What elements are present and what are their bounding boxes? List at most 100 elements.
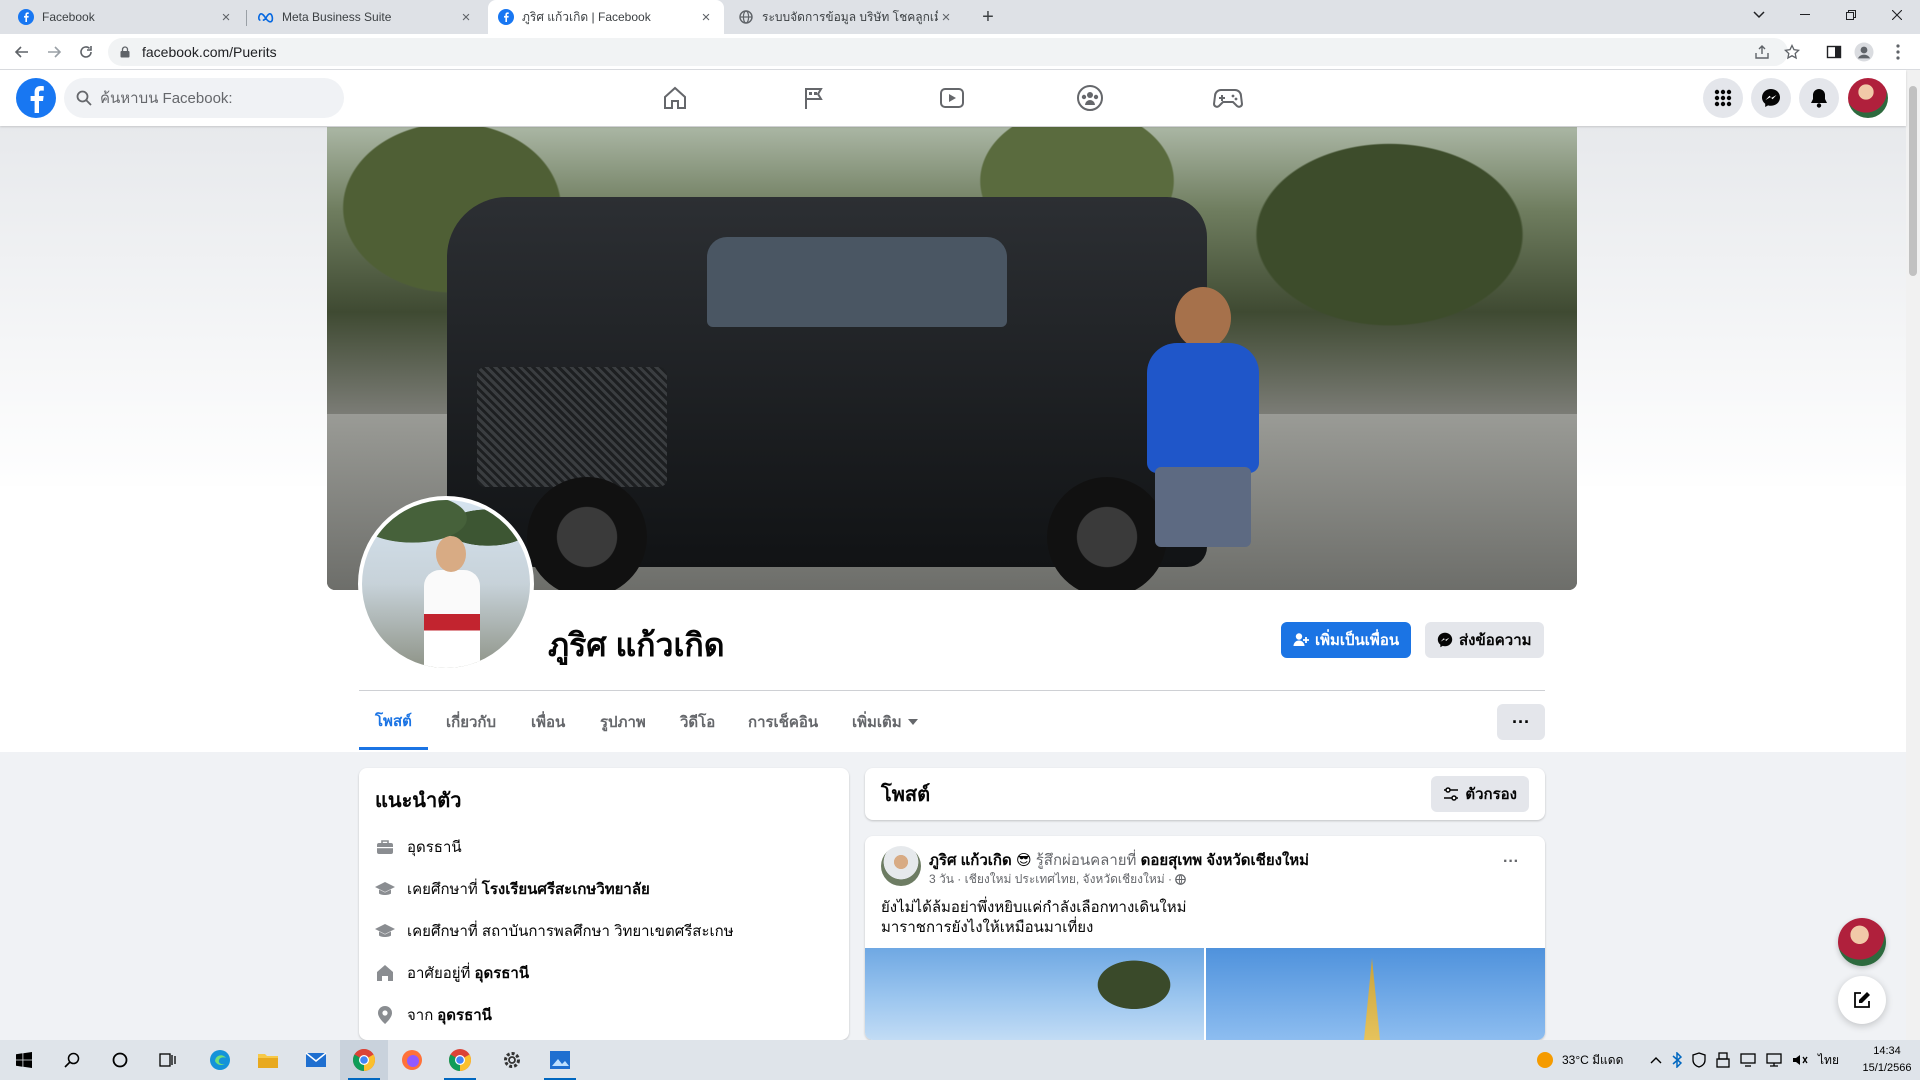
minimize-icon[interactable] — [1782, 0, 1828, 30]
chrome-menu-icon[interactable] — [1886, 40, 1910, 64]
facebook-search-input[interactable]: ค้นหาบน Facebook: — [64, 78, 344, 118]
profile-picture[interactable] — [358, 496, 534, 672]
url-text: facebook.com/Puerits — [142, 44, 277, 60]
weather-text: 33°C มีแดด — [1562, 1052, 1624, 1067]
browser-tab-profile[interactable]: ภูริศ แก้วเกิด | Facebook × — [488, 0, 724, 34]
close-icon[interactable]: × — [698, 9, 714, 26]
caret-down-icon — [907, 719, 918, 725]
sun-icon — [1537, 1052, 1553, 1068]
post-meta: 3 วัน · เชียงใหม่ ประเทศไทย, จังหวัดเชีย… — [929, 870, 1187, 889]
nav-home-icon[interactable] — [619, 70, 731, 126]
tab-search-chevron-icon[interactable] — [1736, 0, 1782, 30]
edge-browser-icon[interactable] — [196, 1040, 244, 1080]
close-icon[interactable]: × — [458, 9, 474, 26]
tab-separator — [246, 10, 247, 26]
share-icon[interactable] — [1750, 40, 1774, 64]
tab-videos[interactable]: วิดีโอ — [664, 694, 731, 750]
tab-checkins[interactable]: การเช็คอิน — [732, 694, 834, 750]
messenger-icon[interactable] — [1751, 78, 1791, 118]
chrome-taskbar-icon[interactable] — [340, 1040, 388, 1080]
person-head — [1175, 287, 1231, 349]
post-photo[interactable] — [1206, 948, 1545, 1040]
weather-widget[interactable]: 33°C มีแดด — [1536, 1040, 1623, 1080]
tab-photos[interactable]: รูปภาพ — [584, 694, 662, 750]
new-message-compose-icon[interactable] — [1838, 976, 1886, 1024]
tab-more[interactable]: เพิ่มเติม — [836, 694, 934, 750]
chat-head-avatar[interactable] — [1838, 918, 1886, 966]
post-meta-text[interactable]: 3 วัน · เชียงใหม่ ประเทศไทย, จังหวัดเชีย… — [929, 872, 1172, 886]
page-scrollbar[interactable] — [1906, 70, 1920, 1040]
post-options-icon[interactable]: ··· — [1497, 848, 1525, 876]
bookmark-star-icon[interactable] — [1780, 40, 1804, 64]
volume-icon[interactable] — [1792, 1053, 1808, 1067]
search-icon — [76, 90, 92, 106]
mail-icon[interactable] — [292, 1040, 340, 1080]
send-message-button[interactable]: ส่งข้อความ — [1425, 622, 1544, 658]
intro-row-link[interactable]: อุดรธานี — [437, 1003, 492, 1027]
intro-row-from: จาก อุดรธานี — [375, 994, 833, 1036]
add-friend-button[interactable]: เพิ่มเป็นเพื่อน — [1281, 622, 1412, 658]
restore-icon[interactable] — [1828, 0, 1874, 30]
photo-tree — [1044, 948, 1194, 1040]
account-avatar[interactable] — [1848, 78, 1888, 118]
post-photo[interactable] — [865, 948, 1204, 1040]
post-author-avatar[interactable] — [881, 846, 921, 886]
network-icon[interactable] — [1766, 1053, 1782, 1067]
browser-tab-company-system[interactable]: ระบบจัดการข้อมูล บริษัท โชคลูกเม็ด ¬ × — [728, 0, 964, 34]
nav-watch-video-icon[interactable] — [896, 70, 1008, 126]
chrome-profile-taskbar-icon[interactable] — [436, 1040, 484, 1080]
forward-arrow-icon[interactable] — [40, 38, 68, 66]
nav-gaming-icon[interactable] — [1172, 70, 1284, 126]
tab-more-label: เพิ่มเติม — [852, 714, 902, 731]
facebook-logo-icon[interactable] — [16, 78, 56, 118]
close-icon[interactable]: × — [218, 9, 234, 26]
cover-person — [1137, 287, 1267, 590]
tab-title: Meta Business Suite — [282, 10, 392, 24]
intro-row-text: เคยศึกษาที่ สถาบันการพลศึกษา วิทยาเขตศรี… — [407, 923, 734, 940]
file-explorer-icon[interactable] — [244, 1040, 292, 1080]
browser-tab-meta-business[interactable]: Meta Business Suite × — [248, 0, 484, 34]
intro-row-college: เคยศึกษาที่ สถาบันการพลศึกษา วิทยาเขตศรี… — [375, 910, 833, 952]
bluetooth-icon[interactable] — [1672, 1052, 1682, 1068]
usb-icon[interactable] — [1716, 1052, 1730, 1068]
settings-gear-icon[interactable] — [488, 1040, 536, 1080]
menu-grid-icon[interactable] — [1703, 78, 1743, 118]
windows-taskbar: 33°C มีแดด ไทย 14:34 15/1/2566 — [0, 1040, 1920, 1080]
taskbar-clock[interactable]: 14:34 15/1/2566 — [1858, 1043, 1916, 1077]
back-arrow-icon[interactable] — [8, 38, 36, 66]
window-close-icon[interactable] — [1874, 0, 1920, 30]
input-language[interactable]: ไทย — [1818, 1051, 1839, 1070]
photos-app-icon[interactable] — [536, 1040, 584, 1080]
windows-start-icon[interactable] — [0, 1040, 48, 1080]
tab-posts[interactable]: โพสต์ — [359, 694, 428, 750]
tab-about[interactable]: เกี่ยวกับ — [430, 694, 512, 750]
side-panel-icon[interactable] — [1822, 40, 1846, 64]
address-bar[interactable]: facebook.com/Puerits — [108, 38, 1788, 66]
close-icon[interactable]: × — [938, 9, 954, 26]
post-place[interactable]: ดอยสุเทพ จังหวัดเชียงใหม่ — [1141, 852, 1309, 869]
intro-row-link[interactable]: อุดรธานี — [474, 961, 529, 985]
notifications-bell-icon[interactable] — [1799, 78, 1839, 118]
scrollbar-thumb[interactable] — [1909, 86, 1917, 276]
browser-tab-facebook[interactable]: Facebook × — [8, 0, 244, 34]
task-view-icon[interactable] — [144, 1040, 192, 1080]
new-tab-plus-icon[interactable]: + — [975, 4, 1001, 30]
display-icon[interactable] — [1740, 1053, 1756, 1067]
post-text-line: มาราชการยังไงให้เหมือนมาเที่ยง — [881, 919, 1094, 936]
nav-pages-flag-icon[interactable] — [758, 70, 870, 126]
nav-groups-icon[interactable] — [1034, 70, 1146, 126]
intro-row-work: อุดรธานี — [375, 826, 833, 868]
cortana-icon[interactable] — [96, 1040, 144, 1080]
reload-icon[interactable] — [72, 38, 100, 66]
intro-row-link[interactable]: โรงเรียนศรีสะเกษวิทยาลัย — [482, 877, 650, 901]
security-shield-icon[interactable] — [1692, 1052, 1706, 1068]
tab-friends[interactable]: เพื่อน — [515, 694, 581, 750]
chevron-up-icon[interactable] — [1650, 1056, 1662, 1064]
profile-more-options-button[interactable]: ··· — [1497, 704, 1545, 740]
post-author-name[interactable]: ภูริศ แก้วเกิด — [929, 852, 1012, 869]
search-icon[interactable] — [48, 1040, 96, 1080]
filter-button[interactable]: ตัวกรอง — [1431, 776, 1529, 812]
profile-account-icon[interactable] — [1852, 40, 1876, 64]
firefox-icon[interactable] — [388, 1040, 436, 1080]
facebook-icon — [498, 9, 514, 25]
